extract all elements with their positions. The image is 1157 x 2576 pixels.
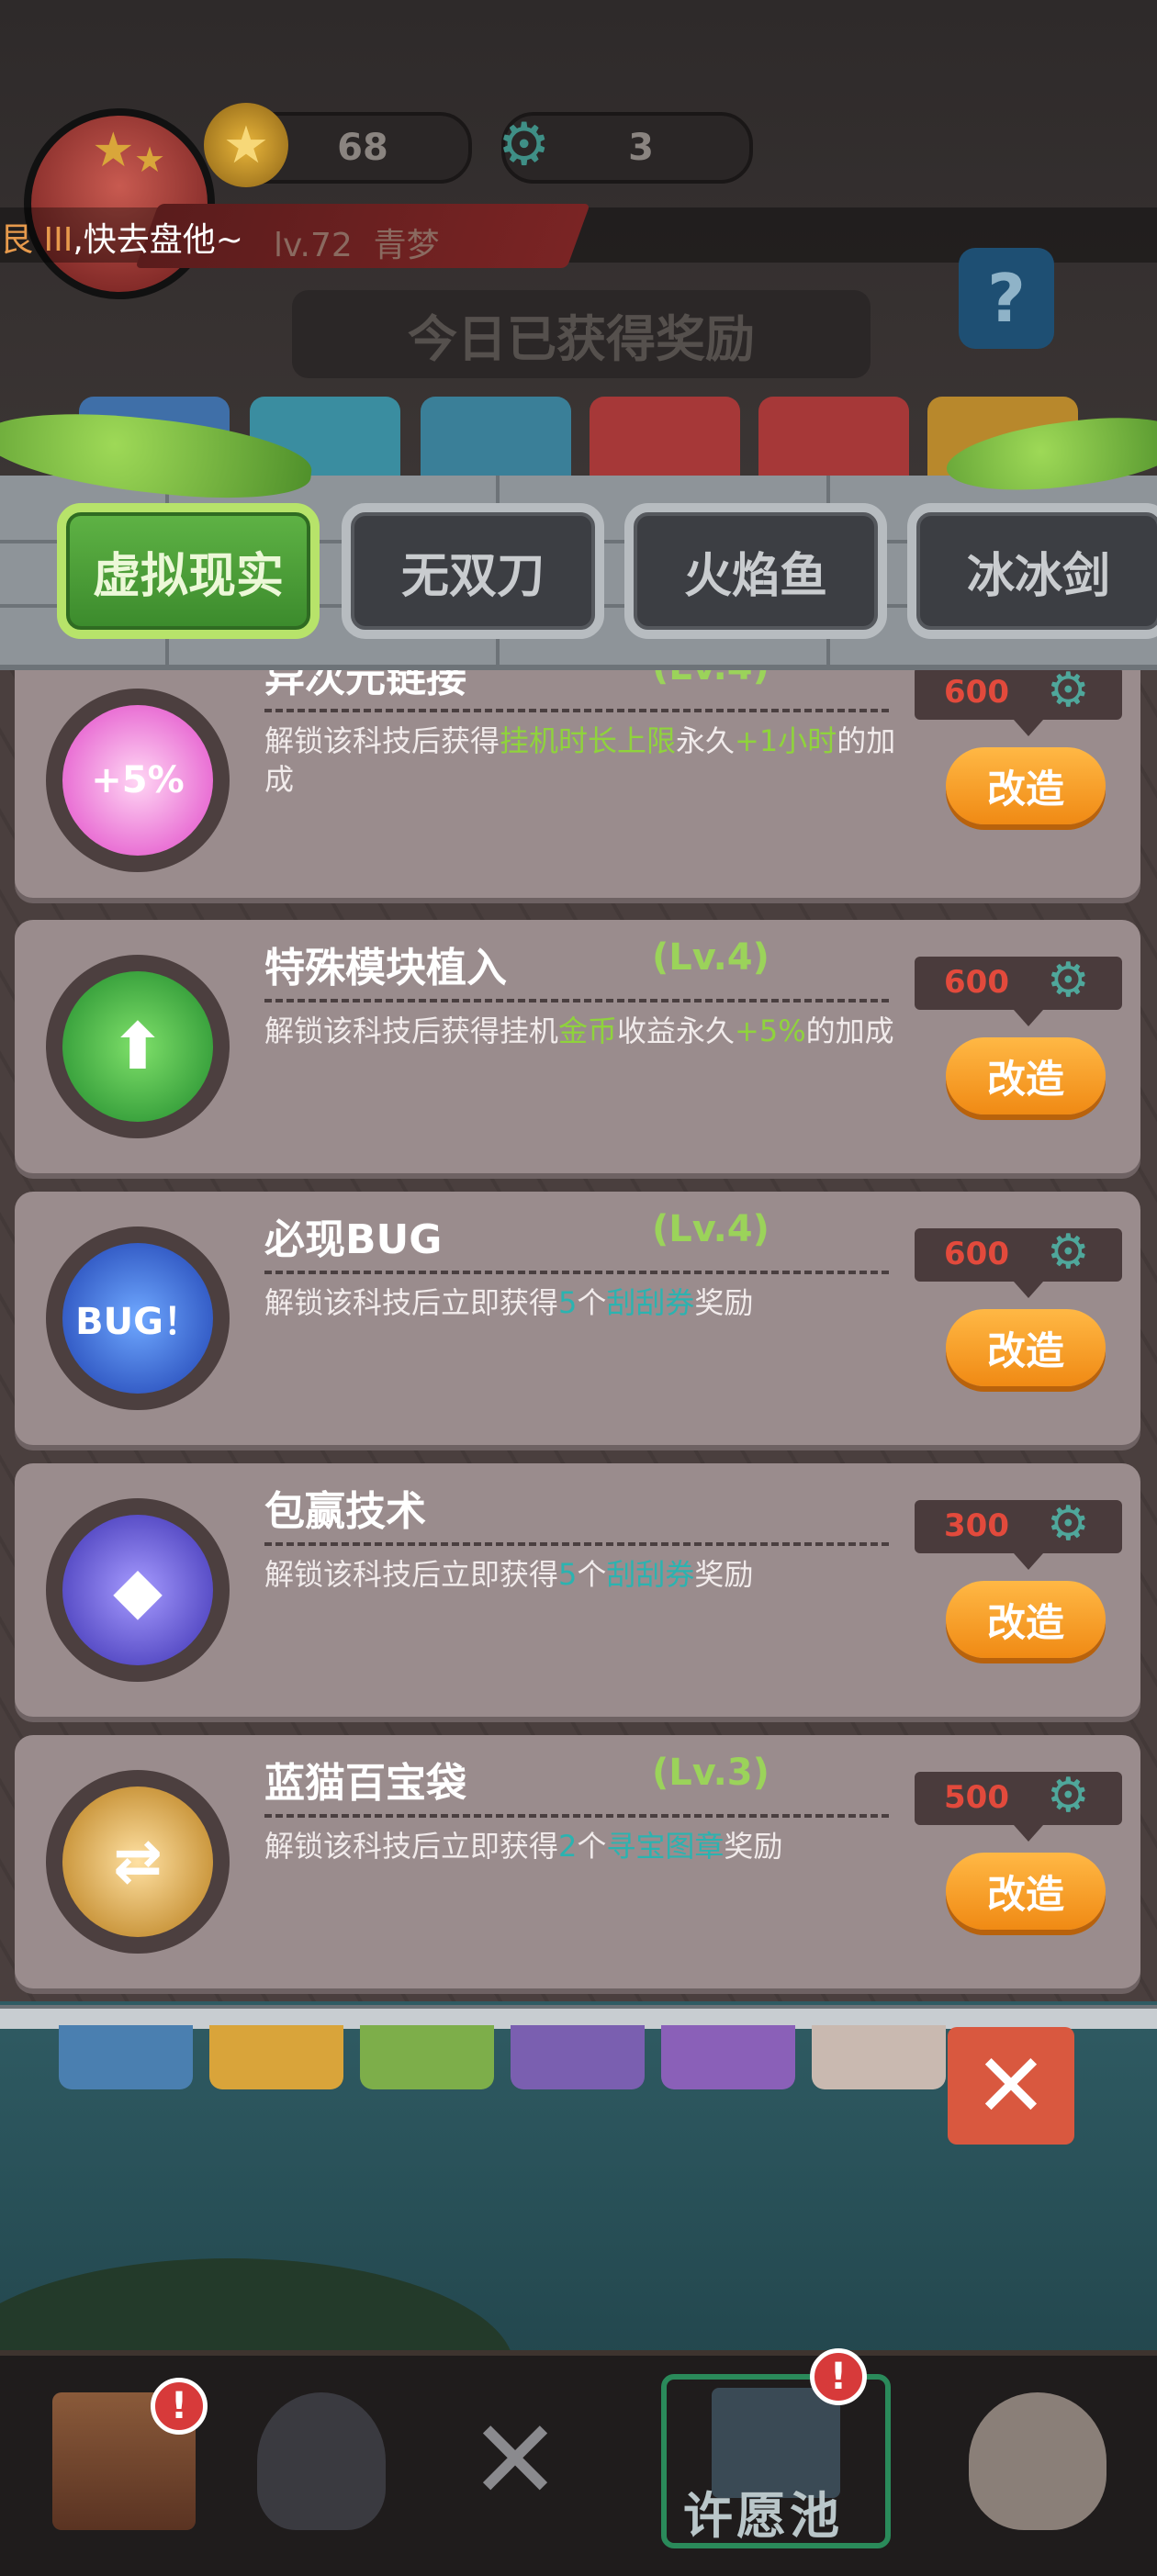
nav-character[interactable] [248, 2374, 395, 2548]
coin-icon: ★ [204, 103, 288, 187]
divider [264, 1542, 889, 1546]
help-button[interactable]: ? [959, 248, 1054, 349]
tab-label: 无双刀 [400, 548, 545, 604]
tab-label: 火焰鱼 [683, 548, 827, 604]
card-description: 解锁该科技后获得挂机金币收益永久+5%的加成 [264, 1014, 894, 1048]
divider [264, 1271, 889, 1274]
coin-amount: 68 [337, 127, 388, 169]
player-info: lv.72 青梦 [274, 218, 440, 266]
card-title: 必现BUG [264, 1216, 443, 1263]
upgrade-button[interactable]: 改造 [946, 1581, 1106, 1658]
divider [264, 1814, 889, 1818]
card-title: 包赢技术 [264, 1488, 426, 1535]
cost-value: 600 [944, 674, 1009, 711]
item-slot [511, 2025, 645, 2089]
item-slot [360, 2025, 494, 2089]
divider [264, 709, 889, 712]
tab-peerless-blade[interactable]: 无双刀 [342, 503, 604, 639]
player-level: lv.72 [274, 227, 353, 264]
nav-skull[interactable] [955, 2374, 1120, 2548]
cost-value: 600 [944, 964, 1009, 1001]
knight-helmet-icon [257, 2392, 386, 2530]
gear-icon: ⚙ [1047, 1768, 1090, 1823]
player-name: 青梦 [373, 227, 440, 264]
upgrade-button[interactable]: 改造 [946, 1309, 1106, 1386]
tech-icon-frame: BUG！ [46, 1226, 230, 1410]
ticker-prefix: 艮 [0, 221, 34, 259]
tech-list[interactable]: +5% 异次元链接 (Lv.4) 解锁该科技后获得挂机时长上限永久+1小时的加成… [0, 670, 1157, 2012]
wishing-well-label: 许愿池 [683, 2487, 843, 2545]
close-icon: ✕ [973, 2034, 1049, 2137]
tech-card: ⬆ 特殊模块植入 (Lv.4) 解锁该科技后获得挂机金币收益永久+5%的加成 6… [15, 920, 1140, 1173]
tab-flame-fish[interactable]: 火焰鱼 [624, 503, 887, 639]
tech-icon-frame: ◆ [46, 1498, 230, 1682]
question-icon: ? [987, 260, 1026, 337]
card-description: 解锁该科技后立即获得5个刮刮券奖励 [264, 1285, 754, 1320]
item-slot [209, 2025, 343, 2089]
tech-card: BUG！ 必现BUG (Lv.4) 解锁该科技后立即获得5个刮刮券奖励 600 … [15, 1192, 1140, 1445]
close-button[interactable]: ✕ [948, 2027, 1074, 2145]
tab-label: 冰冰剑 [966, 548, 1110, 604]
cost-value: 300 [944, 1507, 1009, 1544]
card-description: 解锁该科技后获得挂机时长上限永久+1小时的加成 [264, 723, 896, 797]
cost-value: 600 [944, 1236, 1009, 1272]
card-title: 蓝猫百宝袋 [264, 1760, 466, 1807]
skull-icon [969, 2392, 1106, 2530]
card-description: 解锁该科技后立即获得2个寻宝图章奖励 [264, 1829, 783, 1864]
shop-notification-badge: ! [151, 2378, 208, 2435]
treasure-bag-icon: ⇄ [62, 1786, 213, 1937]
gear-icon: ⚙ [1047, 670, 1090, 718]
wish-notification-badge: ! [810, 2348, 867, 2405]
today-rewards-title: 今日已获得奖励 [292, 290, 871, 378]
ticker-text: 艮 III,快去盘他~ [0, 213, 243, 261]
item-slot [59, 2025, 193, 2089]
tech-icon-frame: ⬆ [46, 955, 230, 1138]
gear-icon: ⚙ [1047, 953, 1090, 1008]
upgrade-button[interactable]: 改造 [946, 1853, 1106, 1930]
diamond-hand-icon: ◆ [62, 1515, 213, 1665]
card-title: 异次元链接 [264, 670, 466, 701]
item-slot [812, 2025, 946, 2089]
module-upgrade-icon: ⬆ [62, 971, 213, 1122]
star-icon: ★ [134, 140, 166, 180]
divider [264, 999, 889, 1002]
gear-icon: ⚙ [1047, 1496, 1090, 1551]
card-level: (Lv.4) [652, 1208, 769, 1250]
gear-amount: 3 [628, 127, 654, 169]
tab-virtual-reality[interactable]: 虚拟现实 [57, 503, 320, 639]
nav-weapons[interactable]: ✕ [419, 2374, 612, 2548]
crossed-guns-icon: ✕ [468, 2397, 562, 2525]
gear-icon: ⚙ [1047, 1225, 1090, 1280]
tech-card: ⇄ 蓝猫百宝袋 (Lv.3) 解锁该科技后立即获得2个寻宝图章奖励 500 ⚙ … [15, 1735, 1140, 1988]
cost-value: 500 [944, 1779, 1009, 1816]
reward-slot [590, 397, 740, 488]
card-description: 解锁该科技后立即获得5个刮刮券奖励 [264, 1557, 754, 1592]
card-level: (Lv.3) [652, 1752, 769, 1794]
icon-caption: BUG！ [75, 1301, 200, 1343]
tab-ice-sword[interactable]: 冰冰剑 [907, 503, 1157, 639]
tab-label: 虚拟现实 [92, 548, 284, 604]
card-title: 特殊模块植入 [264, 945, 507, 991]
ticker-highlight: III [43, 221, 73, 259]
bug-ticket-icon: BUG！ [62, 1243, 213, 1394]
treasure-chest-icon: +5% [62, 705, 213, 856]
upgrade-button[interactable]: 改造 [946, 747, 1106, 824]
gear-icon: ⚙ [498, 111, 551, 179]
icon-caption: +5% [91, 759, 185, 801]
card-level: (Lv.4) [652, 670, 769, 689]
item-slot [661, 2025, 795, 2089]
reward-slot [421, 397, 571, 488]
upgrade-button[interactable]: 改造 [946, 1037, 1106, 1114]
ticker-message: ,快去盘他~ [73, 221, 243, 259]
tech-icon-frame: +5% [46, 689, 230, 872]
card-level: (Lv.4) [652, 936, 769, 979]
tech-card: ◆ 包赢技术 解锁该科技后立即获得5个刮刮券奖励 300 ⚙ 改造 [15, 1463, 1140, 1717]
tech-icon-frame: ⇄ [46, 1770, 230, 1954]
star-icon: ★ [92, 123, 135, 178]
tech-card: +5% 异次元链接 (Lv.4) 解锁该科技后获得挂机时长上限永久+1小时的加成… [15, 670, 1140, 898]
reward-slot [758, 397, 909, 488]
